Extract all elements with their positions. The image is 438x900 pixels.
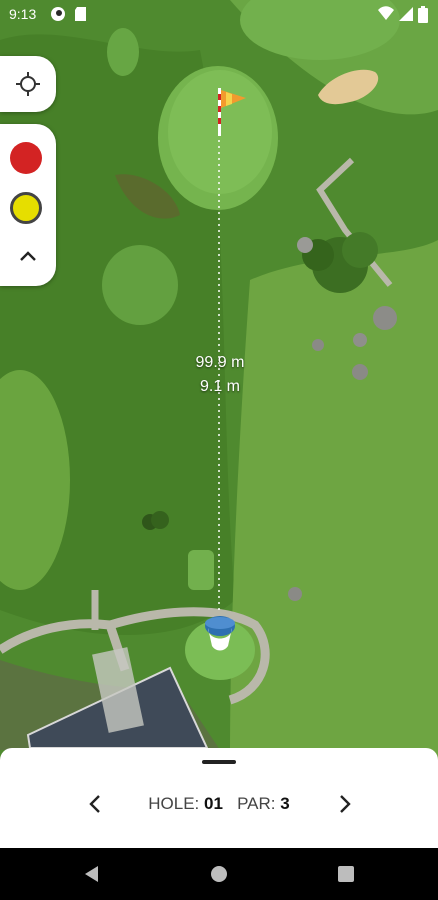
par-label: PAR:: [237, 794, 276, 813]
locate-button[interactable]: [0, 56, 56, 112]
distance-primary: 99.9 m: [195, 354, 245, 371]
sd-card-icon: [75, 7, 86, 21]
hole-label: HOLE:: [148, 794, 200, 813]
marker-panel: [0, 124, 56, 286]
chevron-right-icon[interactable]: [332, 792, 356, 816]
yellow-marker-button[interactable]: [10, 192, 42, 224]
course-map[interactable]: 99.9 m 9.1 m: [0, 0, 438, 848]
hole-number: 01: [204, 794, 223, 813]
status-bar: 9:13: [0, 0, 438, 30]
hole-par-info: HOLE: 01 PAR: 3: [0, 794, 438, 814]
chevron-up-icon[interactable]: [18, 248, 38, 264]
par-value: 3: [280, 794, 290, 813]
wifi-icon: [378, 6, 394, 20]
crosshair-icon: [16, 72, 40, 96]
red-marker-button[interactable]: [10, 142, 42, 174]
signal-icon: [399, 7, 413, 21]
sheet-drag-handle[interactable]: [202, 760, 236, 764]
system-nav-bar: [0, 848, 438, 900]
distance-secondary: 9.1 m: [199, 378, 240, 395]
hole-info-sheet: HOLE: 01 PAR: 3: [0, 748, 438, 848]
status-time: 9:13: [9, 6, 37, 22]
battery-icon: [418, 6, 428, 23]
player-position-icon: [205, 616, 235, 651]
app-icon: [51, 7, 65, 21]
home-icon[interactable]: [209, 864, 229, 884]
back-icon[interactable]: [82, 864, 102, 884]
recents-icon[interactable]: [336, 864, 356, 884]
flag-icon: [218, 88, 246, 136]
